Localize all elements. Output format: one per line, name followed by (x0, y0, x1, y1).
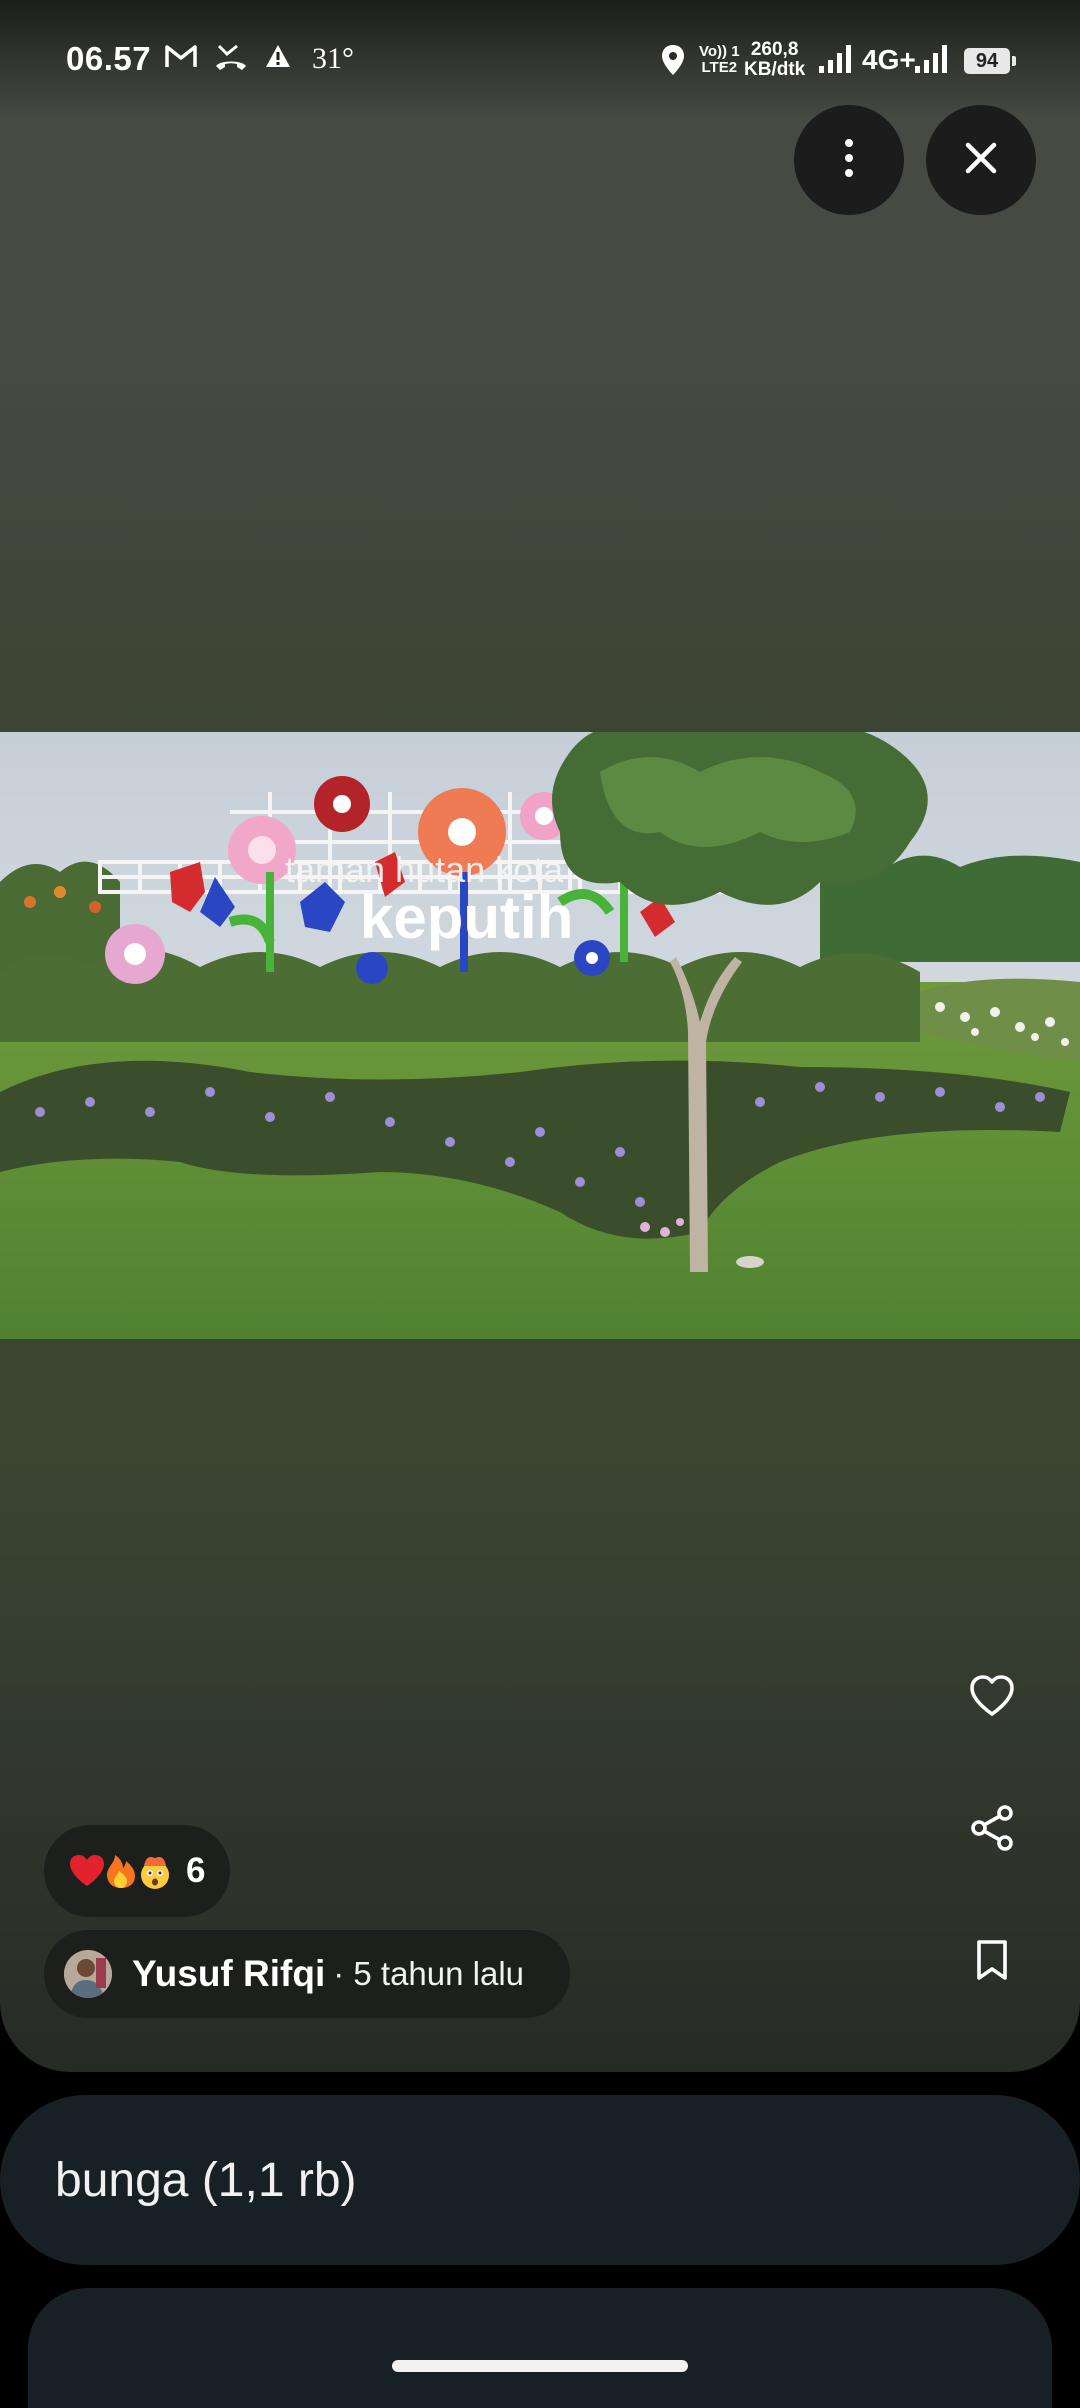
signal-icon-2 (914, 44, 948, 79)
like-button[interactable] (954, 1660, 1030, 1736)
close-button[interactable] (926, 105, 1036, 215)
photo-image[interactable]: taman hutan kota keputih (0, 732, 1080, 1339)
status-bar: 06.57 31° Vo)) 1 LTE2 260,8 KB/dtk 4G+ 9… (0, 0, 1080, 120)
missed-call-icon (214, 42, 248, 77)
avatar (64, 1950, 112, 1998)
battery-icon: 94 (964, 48, 1016, 74)
bookmark-button[interactable] (954, 1924, 1030, 2000)
gmail-icon (164, 42, 198, 75)
volte-top: Vo)) 1 (699, 43, 740, 60)
post-time: · 5 tahun lalu (333, 1955, 525, 1992)
more-vertical-icon (843, 138, 855, 183)
signal-icon (818, 44, 852, 79)
red-heart-emoji (68, 1852, 106, 1890)
author-button[interactable]: Yusuf Rifqi · 5 tahun lalu (44, 1930, 570, 2018)
volte-bottom: LTE2 (701, 59, 738, 76)
share-icon (969, 1804, 1015, 1857)
warning-icon (264, 42, 292, 75)
reactions-button[interactable]: 6 (44, 1825, 230, 1917)
author-name: Yusuf Rifqi (132, 1953, 326, 1994)
network-speed: 260,8 KB/dtk (744, 40, 805, 80)
photo-viewer: 06.57 31° Vo)) 1 LTE2 260,8 KB/dtk 4G+ 9… (0, 0, 1080, 2072)
tag-card[interactable]: bunga (1,1 rb) (0, 2095, 1080, 2265)
volte-indicator: Vo)) 1 LTE2 (699, 44, 740, 76)
share-button[interactable] (954, 1792, 1030, 1868)
reaction-count: 6 (186, 1851, 206, 1890)
bookmark-icon (975, 1939, 1009, 1986)
close-icon (964, 141, 998, 180)
exploding-head-emoji (136, 1852, 174, 1890)
sign-text-main: keputih (360, 884, 573, 951)
status-time: 06.57 (66, 40, 152, 77)
more-options-button[interactable] (794, 105, 904, 215)
status-temperature: 31° (312, 42, 354, 75)
fire-emoji (102, 1852, 140, 1890)
network-speed-unit: KB/dtk (744, 59, 806, 80)
tag-label: bunga (1,1 rb) (55, 2153, 357, 2207)
network-speed-value: 260,8 (750, 39, 799, 60)
next-card[interactable] (28, 2288, 1052, 2408)
heart-icon (968, 1674, 1016, 1723)
location-icon (660, 44, 686, 81)
home-indicator[interactable] (392, 2360, 688, 2372)
network-type: 4G+ (862, 44, 916, 75)
